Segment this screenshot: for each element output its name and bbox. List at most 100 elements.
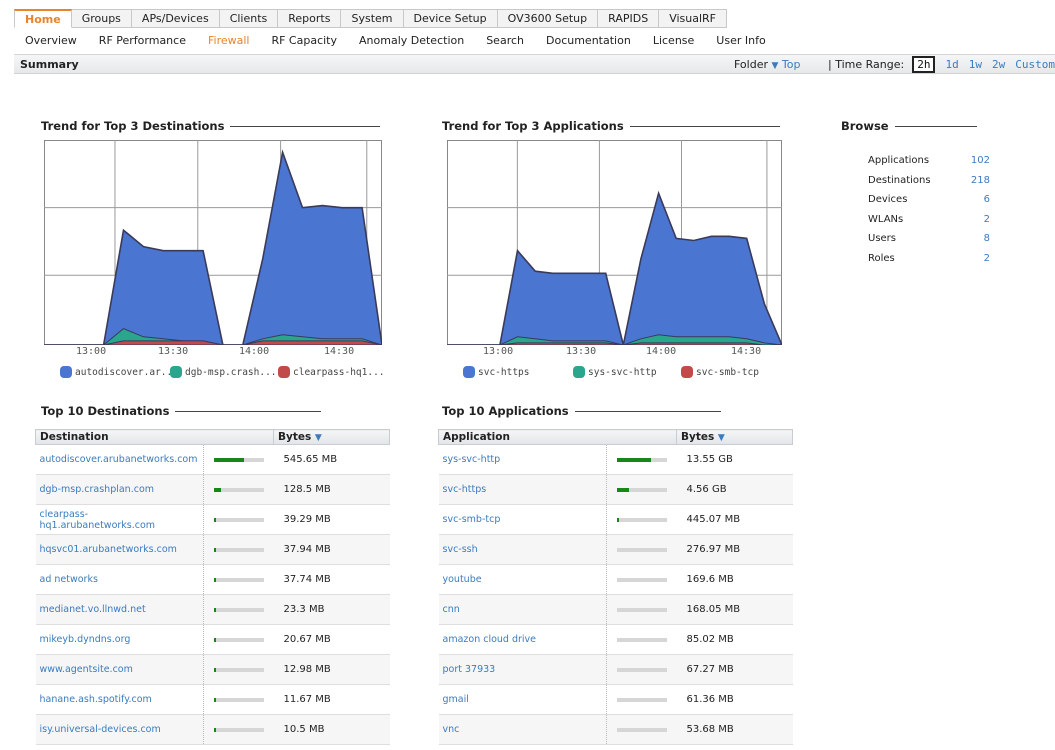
- top-destinations-heading: Top 10 Destinations: [41, 404, 322, 418]
- chevron-down-icon[interactable]: ▼: [772, 61, 779, 71]
- folder-label: Folder: [734, 58, 768, 71]
- row-name-link[interactable]: isy.universal-devices.com: [35, 714, 204, 745]
- chart-plot-area: [44, 140, 382, 345]
- subtab-overview[interactable]: Overview: [14, 33, 88, 51]
- destination-column-header[interactable]: Destination: [35, 429, 274, 445]
- sort-desc-icon[interactable]: ▼: [718, 433, 725, 443]
- legend-swatch: [278, 366, 290, 378]
- chart-plot-area: [447, 140, 782, 345]
- time-range-1d[interactable]: 1d: [945, 58, 958, 71]
- row-name-link[interactable]: svc-ssh: [438, 534, 607, 565]
- browse-count-link[interactable]: 2: [984, 253, 990, 273]
- sort-desc-icon[interactable]: ▼: [315, 433, 322, 443]
- usage-bar-cell: [203, 594, 274, 625]
- tab-groups[interactable]: Groups: [71, 9, 132, 28]
- subtab-license[interactable]: License: [642, 33, 705, 51]
- usage-bar-cell: [203, 534, 274, 565]
- destinations-trend-title: Trend for Top 3 Destinations: [41, 119, 225, 133]
- row-name-link[interactable]: medianet.vo.llnwd.net: [35, 594, 204, 625]
- bytes-column-header[interactable]: Bytes ▼: [273, 429, 390, 445]
- browse-row-wlans: WLANs 2: [868, 214, 990, 234]
- browse-count-link[interactable]: 102: [971, 155, 990, 175]
- application-column-header[interactable]: Application: [438, 429, 677, 445]
- usage-bar-fill: [617, 457, 651, 462]
- x-tick-label: 14:30: [324, 346, 355, 357]
- row-name-link[interactable]: svc-https: [438, 474, 607, 505]
- row-bytes-value: 169.6 MB: [676, 564, 793, 595]
- bytes-column-header[interactable]: Bytes ▼: [676, 429, 793, 445]
- legend-label: svc-smb-tcp: [696, 366, 759, 378]
- table-row: gmail 61.36 MB: [438, 684, 793, 715]
- row-name-link[interactable]: sys-svc-http: [438, 444, 607, 475]
- row-bytes-value: 37.94 MB: [273, 534, 390, 565]
- top-applications-title: Top 10 Applications: [442, 404, 569, 418]
- row-name-link[interactable]: port 37933: [438, 654, 607, 685]
- row-name-link[interactable]: www.agentsite.com: [35, 654, 204, 685]
- row-bytes-value: 53.68 MB: [676, 714, 793, 745]
- time-range-1w[interactable]: 1w: [969, 58, 982, 71]
- table-row: www.agentsite.com 12.98 MB: [35, 654, 390, 685]
- legend-item-dgb-msp-crash[interactable]: dgb-msp.crash...: [170, 366, 277, 378]
- legend-item-autodiscover-ar[interactable]: autodiscover.ar...: [60, 366, 178, 378]
- row-bytes-value: 4.56 GB: [676, 474, 793, 505]
- tab-system[interactable]: System: [341, 9, 404, 28]
- tab-rapids[interactable]: RAPIDS: [598, 9, 660, 28]
- subtab-anomaly-detection[interactable]: Anomaly Detection: [348, 33, 475, 51]
- table-row: svc-https 4.56 GB: [438, 474, 793, 505]
- time-range-custom[interactable]: Custom: [1015, 58, 1055, 71]
- table-row: autodiscover.arubanetworks.com 545.65 MB: [35, 444, 390, 475]
- row-name-link[interactable]: svc-smb-tcp: [438, 504, 607, 535]
- row-name-link[interactable]: vnc: [438, 714, 607, 745]
- row-name-link[interactable]: ad networks: [35, 564, 204, 595]
- row-name-link[interactable]: clearpass-hq1.arubanetworks.com: [35, 504, 204, 535]
- tab-ov3600-setup[interactable]: OV3600 Setup: [497, 9, 599, 28]
- subtab-rf-capacity[interactable]: RF Capacity: [260, 33, 348, 51]
- folder-selector[interactable]: Folder ▼ Top: [734, 58, 800, 71]
- row-name-link[interactable]: amazon cloud drive: [438, 624, 607, 655]
- row-bytes-value: 67.27 MB: [676, 654, 793, 685]
- usage-bar-cell: [203, 504, 274, 535]
- browse-count-link[interactable]: 218: [971, 175, 990, 195]
- time-range-selector: | Time Range: 2h 1d 1w 2w Custom: [828, 56, 1055, 73]
- tab-aps-devices[interactable]: APs/Devices: [131, 9, 220, 28]
- usage-bar-cell: [606, 564, 677, 595]
- subtab-search[interactable]: Search: [475, 33, 535, 51]
- legend-item-svc-smb-tcp[interactable]: svc-smb-tcp: [681, 366, 759, 378]
- time-range-label: | Time Range:: [828, 58, 905, 71]
- browse-count-link[interactable]: 6: [984, 194, 990, 214]
- subtab-rf-performance[interactable]: RF Performance: [88, 33, 197, 51]
- legend-item-clearpass-hq1[interactable]: clearpass-hq1...: [278, 366, 385, 378]
- usage-bar-cell: [606, 654, 677, 685]
- row-name-link[interactable]: autodiscover.arubanetworks.com: [35, 444, 204, 475]
- usage-bar-cell: [606, 624, 677, 655]
- tab-visualrf[interactable]: VisualRF: [659, 9, 728, 28]
- row-name-link[interactable]: mikeyb.dyndns.org: [35, 624, 204, 655]
- legend-item-sys-svc-http[interactable]: sys-svc-http: [573, 366, 657, 378]
- tab-reports[interactable]: Reports: [278, 9, 342, 28]
- usage-bar: [617, 487, 667, 492]
- row-name-link[interactable]: gmail: [438, 684, 607, 715]
- row-name-link[interactable]: dgb-msp.crashplan.com: [35, 474, 204, 505]
- time-range-2w[interactable]: 2w: [992, 58, 1005, 71]
- usage-bar-cell: [203, 624, 274, 655]
- time-range-2h[interactable]: 2h: [912, 56, 936, 73]
- top-applications-table: Application Bytes ▼ sys-svc-http 13.55 GB…: [438, 429, 793, 745]
- row-name-link[interactable]: hqsvc01.arubanetworks.com: [35, 534, 204, 565]
- tab-device-setup[interactable]: Device Setup: [403, 9, 498, 28]
- row-name-link[interactable]: hanane.ash.spotify.com: [35, 684, 204, 715]
- folder-value-link[interactable]: Top: [782, 58, 801, 71]
- subtab-user-info[interactable]: User Info: [705, 33, 776, 51]
- table-row: port 37933 67.27 MB: [438, 654, 793, 685]
- tab-home[interactable]: Home: [14, 9, 72, 28]
- usage-bar: [214, 727, 264, 732]
- legend-label: clearpass-hq1...: [293, 366, 385, 378]
- browse-count-link[interactable]: 8: [984, 233, 990, 253]
- subtab-firewall[interactable]: Firewall: [197, 33, 260, 51]
- subtab-documentation[interactable]: Documentation: [535, 33, 642, 51]
- browse-count-link[interactable]: 2: [984, 214, 990, 234]
- usage-bar: [214, 667, 264, 672]
- tab-clients[interactable]: Clients: [219, 9, 279, 28]
- row-name-link[interactable]: youtube: [438, 564, 607, 595]
- row-name-link[interactable]: cnn: [438, 594, 607, 625]
- legend-item-svc-https[interactable]: svc-https: [463, 366, 529, 378]
